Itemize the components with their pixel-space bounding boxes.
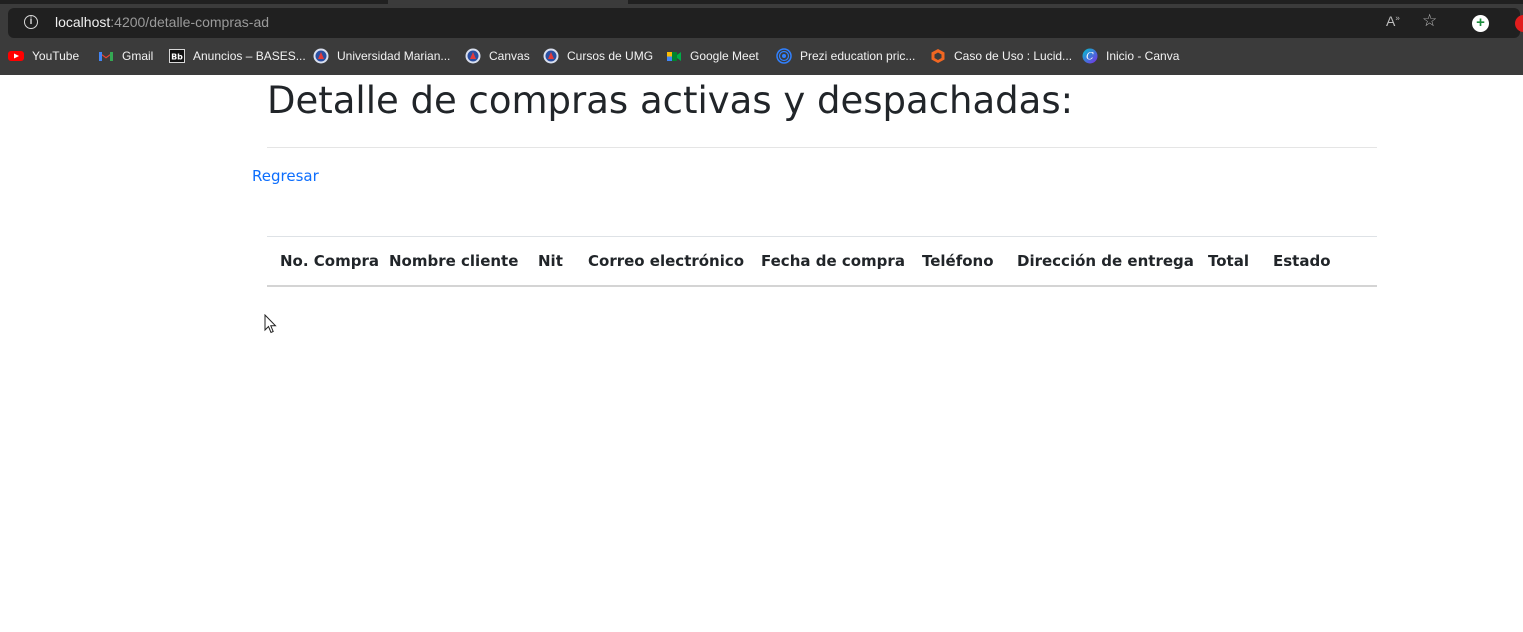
bookmark-label: Canvas bbox=[489, 49, 530, 63]
bookmark-prezi[interactable]: Prezi education pric... bbox=[776, 45, 915, 67]
table-header-row: No. Compra Nombre cliente Nit Correo ele… bbox=[267, 236, 1377, 286]
tab-bar-edge bbox=[628, 0, 1523, 4]
column-header-nombre-cliente: Nombre cliente bbox=[389, 252, 519, 270]
info-icon[interactable]: i bbox=[24, 15, 38, 29]
page-title: Detalle de compras activas y despachadas… bbox=[267, 79, 1074, 122]
bookmark-cursos-umg[interactable]: Cursos de UMG bbox=[543, 45, 653, 67]
bookmark-youtube[interactable]: YouTube bbox=[8, 45, 79, 67]
browser-chrome: i localhost:4200/detalle-compras-ad A» ☆… bbox=[0, 0, 1523, 75]
bookmark-label: Anuncios – BASES... bbox=[193, 49, 306, 63]
purchases-table: No. Compra Nombre cliente Nit Correo ele… bbox=[267, 236, 1377, 287]
column-header-nit: Nit bbox=[538, 252, 563, 270]
extension-plus-icon[interactable]: + bbox=[1472, 15, 1489, 32]
umg-icon bbox=[543, 48, 559, 64]
bookmarks-bar: YouTube Gmail Bb Anuncios – BASES... Uni… bbox=[0, 45, 1523, 67]
column-header-fecha-compra: Fecha de compra bbox=[761, 252, 905, 270]
bookmark-label: Prezi education pric... bbox=[800, 49, 916, 63]
umg-icon bbox=[313, 48, 329, 64]
url-path: :4200/detalle-compras-ad bbox=[110, 14, 270, 30]
column-header-direccion: Dirección de entrega bbox=[1017, 252, 1194, 270]
tab-bar-edge bbox=[0, 0, 388, 4]
bookmark-label: Universidad Marian... bbox=[337, 49, 451, 63]
bookmark-google-meet[interactable]: Google Meet bbox=[666, 45, 759, 67]
column-header-estado: Estado bbox=[1273, 252, 1331, 270]
svg-text:Bb: Bb bbox=[171, 53, 183, 62]
back-link[interactable]: Regresar bbox=[252, 167, 319, 185]
column-header-telefono: Teléfono bbox=[922, 252, 994, 270]
bookmark-gmail[interactable]: Gmail bbox=[98, 45, 153, 67]
column-header-no-compra: No. Compra bbox=[280, 252, 379, 270]
bookmark-label: Google Meet bbox=[690, 49, 759, 63]
table-header: No. Compra Nombre cliente Nit Correo ele… bbox=[267, 236, 1377, 286]
title-divider bbox=[267, 147, 1377, 148]
bookmark-label: Caso de Uso : Lucid... bbox=[954, 49, 1073, 63]
url-host: localhost bbox=[55, 14, 111, 30]
bookmark-label: YouTube bbox=[32, 49, 80, 63]
bookmark-universidad[interactable]: Universidad Marian... bbox=[313, 45, 450, 67]
bookmark-canvas[interactable]: Canvas bbox=[465, 45, 530, 67]
bookmark-label: Inicio - Canva bbox=[1106, 49, 1180, 63]
column-header-correo: Correo electrónico bbox=[588, 252, 745, 270]
umg-icon bbox=[465, 48, 481, 64]
read-aloud-icon[interactable]: A» bbox=[1386, 13, 1400, 29]
google-meet-icon bbox=[667, 52, 681, 61]
bookmark-canva[interactable]: C Inicio - Canva bbox=[1082, 45, 1179, 67]
prezi-icon bbox=[776, 48, 792, 64]
column-header-total: Total bbox=[1208, 252, 1249, 270]
bookmark-label: Gmail bbox=[122, 49, 154, 63]
bookmark-label: Cursos de UMG bbox=[567, 49, 654, 63]
bookmark-anuncios[interactable]: Bb Anuncios – BASES... bbox=[169, 45, 306, 67]
lucid-icon bbox=[931, 49, 945, 63]
url-text[interactable]: localhost:4200/detalle-compras-ad bbox=[55, 14, 269, 30]
youtube-icon bbox=[8, 51, 24, 61]
add-favorite-icon[interactable]: ☆ bbox=[1422, 11, 1437, 31]
svg-text:C: C bbox=[1086, 52, 1094, 63]
bookmark-lucid[interactable]: Caso de Uso : Lucid... bbox=[930, 45, 1072, 67]
mouse-cursor-icon bbox=[264, 314, 277, 334]
canva-icon: C bbox=[1082, 48, 1098, 64]
gmail-icon bbox=[99, 52, 113, 61]
blackboard-icon: Bb bbox=[169, 49, 185, 63]
